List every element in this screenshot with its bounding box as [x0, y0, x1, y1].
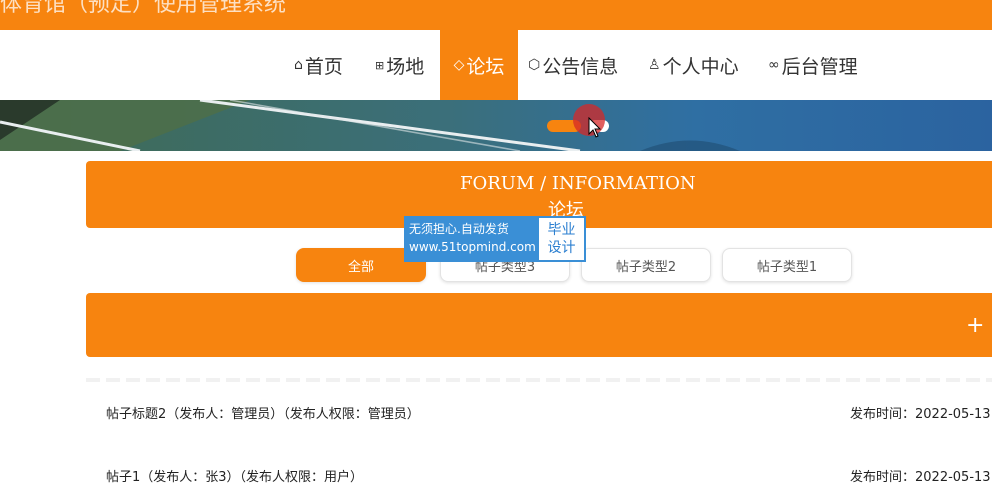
watermark-side1: 毕业 [547, 222, 576, 238]
nav-item-admin[interactable]: ∞ 后台管理 [768, 30, 858, 100]
user-icon: ♙ [648, 57, 661, 73]
watermark-line1: 无须担心.自动发货 [409, 222, 509, 236]
list-divider [86, 378, 992, 382]
nav-item-label: 首页 [304, 55, 343, 78]
top-header-bar: 体育馆（预定）使用管理系统 [0, 0, 992, 30]
post-time: 发布时间：2022-05-13 [850, 407, 991, 422]
post-title-link[interactable]: 帖子标题2（发布人：管理员）（发布人权限：管理员） [106, 403, 420, 422]
home-icon: ⌂ [294, 57, 303, 73]
watermark-line2: www.51topmind.com [409, 240, 536, 254]
link-icon: ∞ [768, 57, 780, 73]
cube-icon: ⬡ [528, 57, 541, 73]
watermark-text: 无须担心.自动发货 www.51topmind.com [404, 216, 537, 262]
nav-item-label: 论坛 [466, 55, 505, 78]
filter-type2-button[interactable]: 帖子类型2 [581, 248, 711, 282]
nav-item-notices[interactable]: ⬡ 公告信息 [528, 30, 618, 100]
watermark-side2: 设计 [547, 240, 576, 256]
nav-item-home[interactable]: ⌂ 首页 [294, 30, 343, 100]
nav-item-label: 后台管理 [781, 55, 858, 78]
nav-item-venue[interactable]: ⊞ 场地 [375, 30, 424, 100]
post-time: 发布时间：2022-05-13 [850, 470, 991, 485]
nav-item-label: 公告信息 [542, 55, 619, 78]
tag-icon: ◇ [453, 57, 465, 73]
add-post-button[interactable]: + [966, 313, 984, 338]
main-nav: ⌂ 首页 ⊞ 场地 ◇ 论坛 ⬡ 公告信息 ♙ 个人中心 ∞ 后台管理 [0, 30, 992, 100]
post-title-link[interactable]: 帖子1（发布人：张3）（发布人权限：用户） [106, 466, 363, 485]
mouse-cursor-icon [588, 117, 602, 138]
nav-item-label: 个人中心 [662, 55, 739, 78]
site-title: 体育馆（预定）使用管理系统 [0, 0, 287, 17]
filter-type1-button[interactable]: 帖子类型1 [722, 248, 852, 282]
venue-icon: ⊞ [375, 58, 385, 72]
court-image [0, 100, 992, 151]
banner-carousel[interactable] [0, 100, 992, 151]
watermark-side: 毕业 设计 [537, 216, 586, 262]
section-title-en: FORUM / INFORMATION [460, 173, 696, 194]
forum-action-bar: + [86, 293, 992, 357]
nav-item-profile[interactable]: ♙ 个人中心 [648, 30, 739, 100]
nav-item-label: 场地 [386, 55, 425, 78]
nav-item-forum[interactable]: ◇ 论坛 [440, 30, 518, 100]
watermark-badge: 无须担心.自动发货 www.51topmind.com 毕业 设计 [404, 216, 586, 262]
